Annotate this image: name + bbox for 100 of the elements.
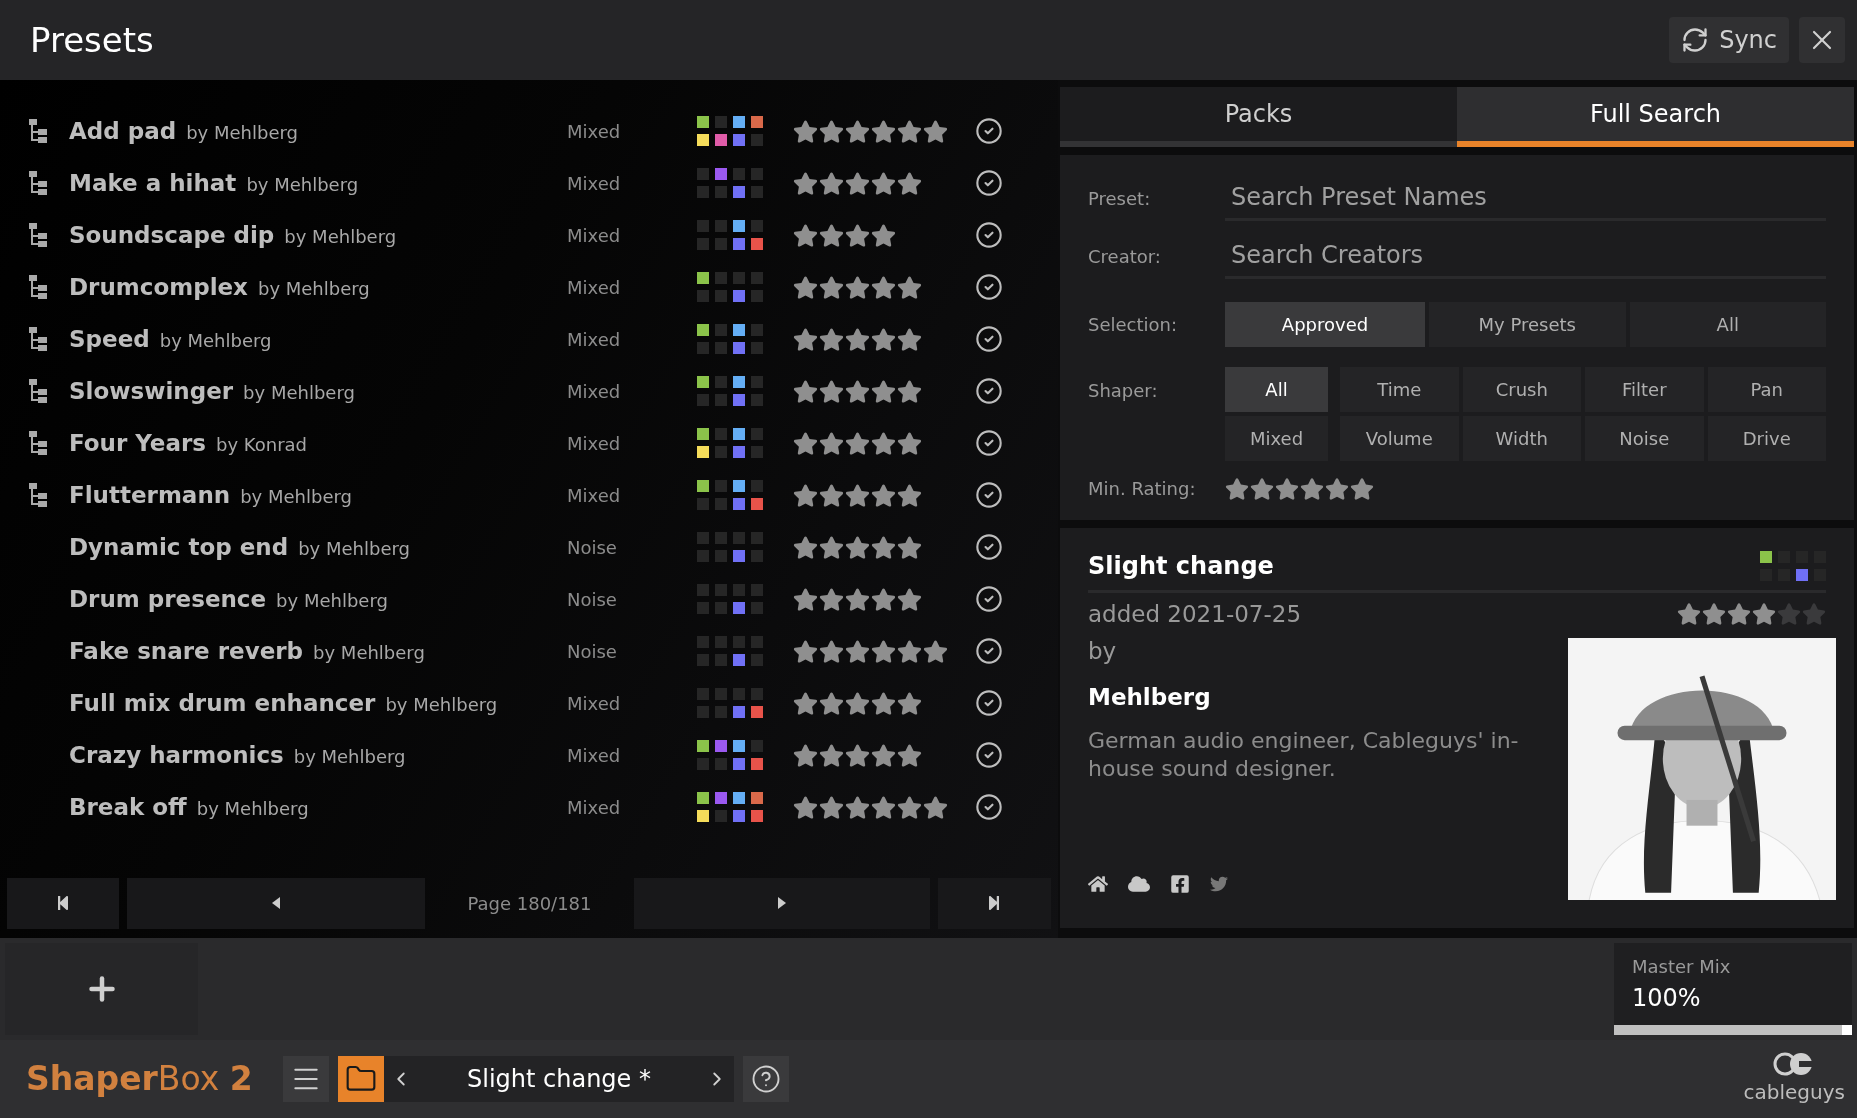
check-icon[interactable]: [975, 169, 1003, 197]
shaper-option[interactable]: Time: [1340, 367, 1459, 412]
preset-title: Slight change: [1088, 551, 1274, 582]
selection-option[interactable]: My Presets: [1429, 301, 1626, 347]
star-icon: [897, 118, 922, 144]
star-icon: [819, 326, 844, 352]
star-icon: [1802, 602, 1826, 627]
star-icon: [871, 118, 896, 144]
check-icon[interactable]: [975, 117, 1003, 145]
search-field[interactable]: Search Creators: [1225, 233, 1826, 279]
shaper-option[interactable]: All: [1225, 367, 1328, 412]
twitter-icon[interactable]: [1210, 874, 1228, 893]
close-button[interactable]: [1799, 17, 1845, 63]
star-icon: [845, 430, 870, 456]
star-icon: [1275, 476, 1299, 501]
selection-option[interactable]: All: [1629, 301, 1826, 347]
preset-name[interactable]: Four Years: [69, 425, 206, 461]
home-icon[interactable]: [1088, 873, 1108, 894]
star-icon: [871, 794, 896, 820]
preset-author: by Mehlberg: [284, 224, 397, 249]
check-icon[interactable]: [975, 637, 1003, 665]
star-icon: [793, 118, 818, 144]
star-icon: [845, 482, 870, 508]
preset-name[interactable]: Fluttermann: [69, 477, 231, 513]
preset-author: by Mehlberg: [240, 484, 352, 509]
check-icon[interactable]: [975, 273, 1003, 301]
preset-name[interactable]: Full mix drum enhancer: [69, 685, 376, 721]
check-icon[interactable]: [975, 325, 1003, 353]
check-icon[interactable]: [975, 689, 1003, 717]
min-rating-label: Min. Rating:: [1088, 477, 1197, 501]
preset-name[interactable]: Dynamic top end: [69, 529, 289, 565]
added-date: added 2021-07-25: [1088, 600, 1302, 629]
check-icon[interactable]: [975, 533, 1003, 561]
shaper-option[interactable]: Noise: [1585, 416, 1704, 461]
preset-author: by Mehlberg: [293, 744, 406, 769]
star-icon: [819, 482, 844, 508]
star-icon: [819, 742, 844, 768]
shaper-option[interactable]: Pan: [1707, 367, 1826, 412]
star-icon: [897, 170, 922, 196]
search-field[interactable]: Search Preset Names: [1225, 175, 1826, 221]
preset-type: Mixed: [567, 223, 622, 248]
check-icon[interactable]: [975, 585, 1003, 613]
star-icon: [871, 378, 896, 404]
star-icon: [871, 222, 896, 248]
preset-name[interactable]: Break off: [69, 789, 187, 825]
check-icon[interactable]: [975, 793, 1003, 821]
preset-name[interactable]: Soundscape dip: [69, 217, 275, 253]
shaper-option[interactable]: Drive: [1707, 416, 1826, 461]
star-icon: [871, 586, 896, 612]
star-icon: [1702, 602, 1726, 627]
preset-name[interactable]: Make a hihat: [69, 165, 237, 201]
preset-name[interactable]: Drumcomplex: [69, 269, 248, 305]
check-icon[interactable]: [975, 481, 1003, 509]
check-icon[interactable]: [975, 221, 1003, 249]
check-icon[interactable]: [975, 429, 1003, 457]
star-icon: [923, 638, 948, 664]
menu-button[interactable]: [283, 1056, 329, 1102]
tab[interactable]: Full Search: [1457, 87, 1854, 147]
shaper-option[interactable]: Volume: [1340, 416, 1459, 461]
preset-author: by Mehlberg: [257, 276, 370, 301]
star-icon: [793, 430, 818, 456]
selection-option[interactable]: Approved: [1225, 301, 1425, 347]
help-button[interactable]: [743, 1056, 789, 1102]
star-icon: [793, 534, 818, 560]
facebook-icon[interactable]: [1170, 873, 1190, 894]
preset-author: by Mehlberg: [276, 588, 388, 613]
preset-author: by Konrad: [216, 432, 307, 457]
master-mix-panel[interactable]: Master Mix 100%: [1614, 943, 1852, 1035]
window-title: Presets: [30, 18, 154, 62]
sync-button[interactable]: Sync: [1669, 17, 1789, 63]
star-icon: [897, 742, 922, 768]
preset-author: by Mehlberg: [186, 120, 298, 145]
preset-name[interactable]: Fake snare reverb: [69, 633, 304, 669]
preset-name[interactable]: Crazy harmonics: [69, 737, 284, 773]
star-icon: [1777, 602, 1801, 627]
preset-name[interactable]: Slowswinger: [69, 373, 234, 409]
star-icon: [1325, 476, 1349, 501]
preset-author: by Mehlberg: [298, 536, 410, 561]
tab[interactable]: Packs: [1060, 87, 1457, 147]
shaper-option[interactable]: Filter: [1585, 367, 1704, 412]
shaper-option[interactable]: Mixed: [1225, 416, 1328, 461]
shaper-option[interactable]: Width: [1462, 416, 1581, 461]
check-icon[interactable]: [975, 741, 1003, 769]
preset-name[interactable]: Add pad: [69, 113, 177, 149]
app-logo: ShaperBox 2: [26, 1058, 254, 1101]
star-icon: [793, 586, 818, 612]
star-icon: [845, 586, 870, 612]
preset-type: Mixed: [567, 691, 622, 716]
star-icon: [793, 794, 818, 820]
star-icon: [1727, 602, 1751, 627]
preset-type: Mixed: [567, 743, 622, 768]
check-icon[interactable]: [975, 377, 1003, 405]
star-icon: [819, 222, 844, 248]
folder-button[interactable]: [338, 1056, 384, 1102]
selection-label: Selection:: [1088, 312, 1178, 337]
star-icon: [819, 638, 844, 664]
shaper-option[interactable]: Crush: [1462, 367, 1581, 412]
preset-name[interactable]: Speed: [69, 321, 150, 357]
preset-name[interactable]: Drum presence: [69, 581, 267, 617]
star-icon: [897, 794, 922, 820]
